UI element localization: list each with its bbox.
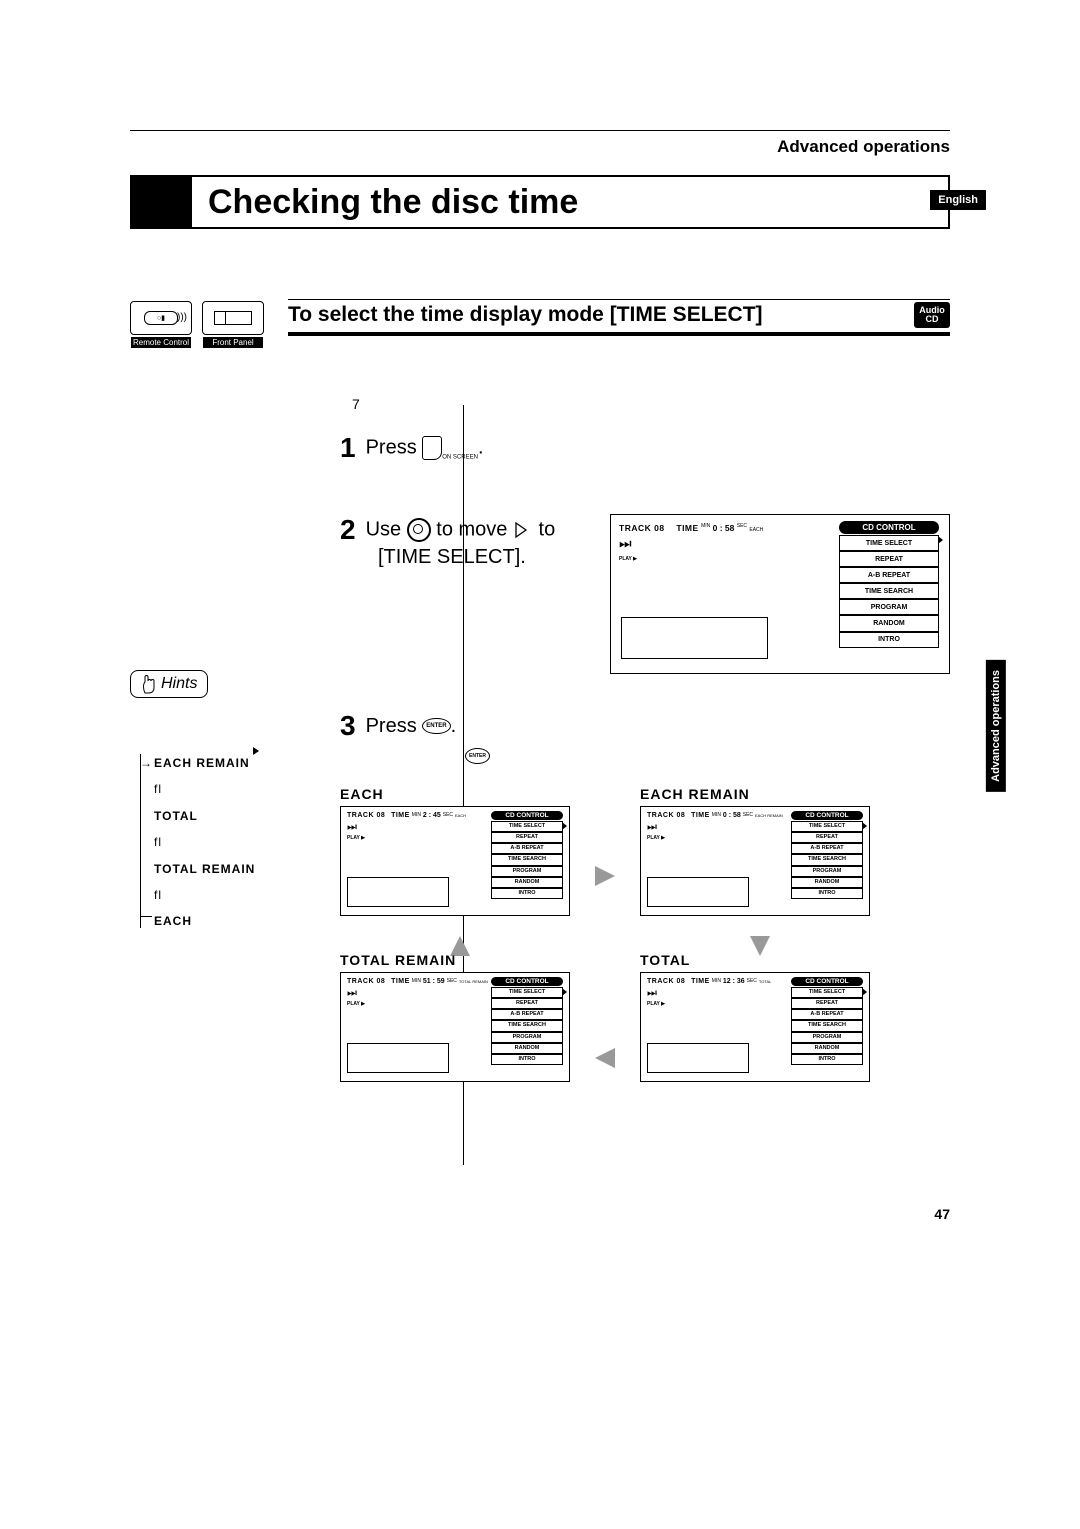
front-panel-icon: Front Panel <box>202 301 264 335</box>
mode-each-remain-label: EACH REMAIN <box>640 786 870 802</box>
step-3: 3 Press ENTER. <box>340 710 950 742</box>
osd-preview-big: TRACK 08 TIME MIN 0 : 58 SEC EACH ⏭ PLAY… <box>610 514 950 674</box>
remote-control-icon: ○▮ ))) Remote Control <box>130 301 192 335</box>
page-title: Checking the disc time <box>208 183 578 222</box>
step2-number: 2 <box>340 514 356 546</box>
mode-each-label: EACH <box>340 786 570 802</box>
enter-button-icon: ENTER <box>422 718 450 734</box>
page-number: 47 <box>934 1206 950 1222</box>
mode-total-label: TOTAL <box>640 952 870 968</box>
step2-line2: [TIME SELECT]. <box>378 546 600 569</box>
mode-total-remain-label: TOTAL REMAIN <box>340 952 570 968</box>
cycle-arrow-left <box>595 1048 615 1068</box>
cursor-icon <box>513 520 533 540</box>
hand-icon <box>141 674 157 694</box>
osd-each: TRACK 08 TIME MIN 2 : 45 SEC EACH ⏭ PLAY… <box>340 806 570 916</box>
subheader-row: ○▮ ))) Remote Control Front Panel To sel… <box>130 299 950 336</box>
title-box: Checking the disc time <box>190 175 950 229</box>
enter-icon-small: ENTER <box>465 748 490 764</box>
language-tab: English <box>930 190 986 210</box>
step-pre: 7 <box>352 396 950 412</box>
cycle-arrow-right <box>595 866 615 886</box>
osd-lowbox <box>621 617 768 659</box>
osd-total: TRACK 08 TIME MIN 12 : 36 SEC TOTAL ⏭ PL… <box>640 972 870 1082</box>
remote-caption: Remote Control <box>131 337 191 348</box>
hints-list: → EACH REMAIN fl TOTAL fl TOTAL REMAIN f… <box>140 750 255 935</box>
joystick-icon <box>407 518 431 542</box>
title-black-block <box>130 175 190 229</box>
section-label: Advanced operations <box>130 137 950 157</box>
onscreen-label: ON SCREEN <box>442 454 478 460</box>
hints-badge: Hints <box>130 670 208 698</box>
onscreen-button-icon <box>422 436 442 460</box>
osd-track: TRACK 08 <box>619 523 665 533</box>
side-tab: Advanced operations <box>986 660 1006 792</box>
step1-number: 1 <box>340 432 356 464</box>
osd-total-remain: TRACK 08 TIME MIN 51 : 59 SEC TOTAL REMA… <box>340 972 570 1082</box>
subheading: To select the time display mode [TIME SE… <box>288 303 763 327</box>
title-row: Checking the disc time <box>130 175 950 229</box>
osd-each-remain: TRACK 08 TIME MIN 0 : 58 SEC EACH REMAIN… <box>640 806 870 916</box>
panel-caption: Front Panel <box>203 337 263 348</box>
header-rule <box>130 130 950 131</box>
step-1: 1 Press ON SCREEN. <box>340 432 950 464</box>
step3-number: 3 <box>340 710 356 742</box>
osd-menu: CD CONTROL TIME SELECT REPEAT A-B REPEAT… <box>839 521 939 648</box>
step-2: 2 Use to move to <box>340 514 600 546</box>
audio-cd-badge: Audio CD <box>914 302 950 328</box>
